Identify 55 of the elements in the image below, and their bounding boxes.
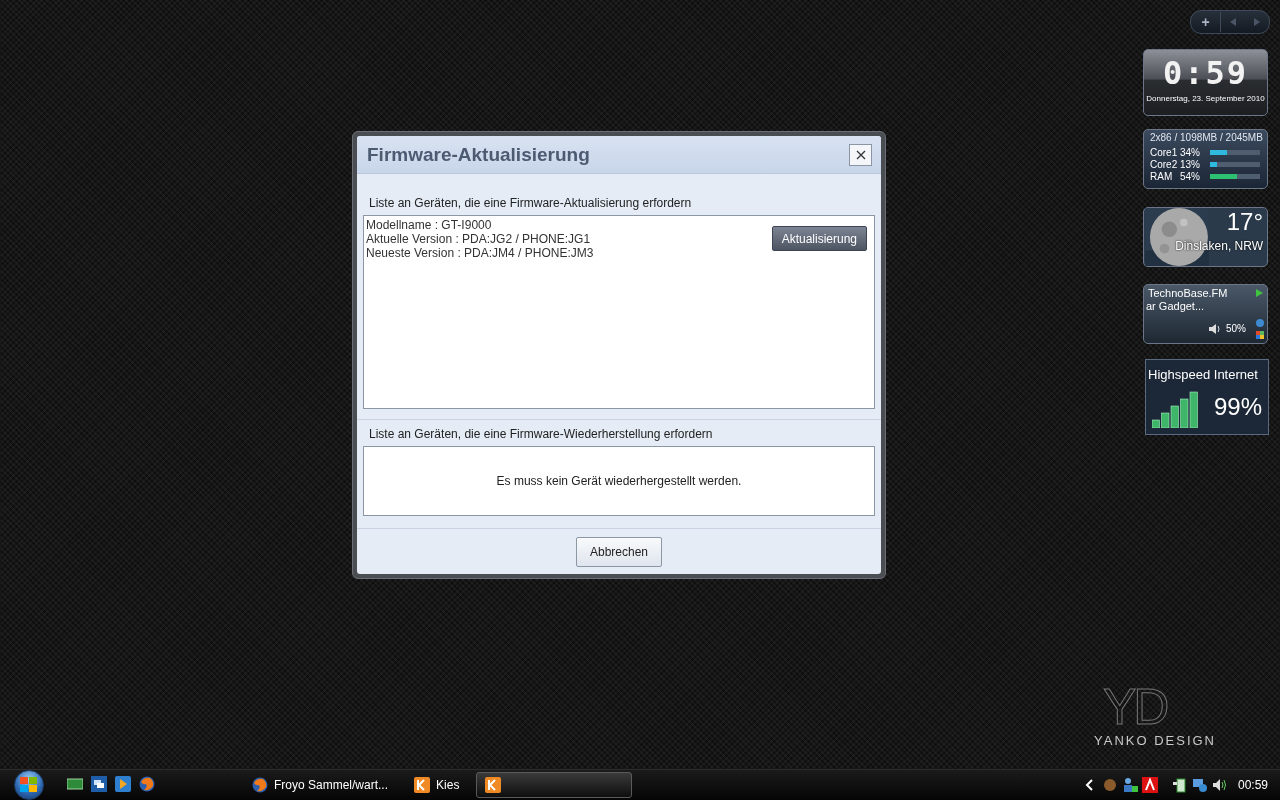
start-button[interactable] — [14, 770, 44, 800]
cancel-button[interactable]: Abbrechen — [576, 536, 662, 567]
browser-icon[interactable] — [139, 776, 157, 794]
flag-icon[interactable] — [1256, 331, 1264, 339]
network-title: Highspeed Internet — [1148, 367, 1258, 382]
taskbar-task[interactable]: Froyo Sammel/wart... — [243, 772, 398, 798]
add-gadget-button[interactable]: + — [1191, 12, 1221, 32]
speaker-icon[interactable] — [1208, 323, 1220, 335]
close-icon — [855, 149, 866, 160]
left-triangle-icon — [1230, 18, 1236, 26]
section-label: Liste an Geräten, die eine Firmware-Wiederherstellung erfordern — [368, 426, 714, 443]
close-button[interactable] — [849, 143, 872, 166]
globe-icon — [252, 777, 268, 793]
antivirus-icon[interactable] — [1141, 777, 1158, 793]
device-info: Neueste Version : PDA:JM4 / PHONE:JM3 — [366, 246, 594, 260]
meter-reading: 13% — [1180, 159, 1201, 170]
power-icon[interactable] — [1171, 777, 1188, 793]
dialog-title: Firmware-Aktualisierung — [367, 143, 590, 166]
meter-label: RAM — [1150, 171, 1174, 182]
station-name: TechnoBase.FM — [1148, 287, 1228, 299]
signal-bars-icon — [1152, 390, 1200, 428]
meter-label: Core1 — [1150, 147, 1176, 158]
volume-reading: 50% — [1226, 323, 1246, 334]
globe-icon — [139, 776, 155, 792]
temperature: 17° — [1226, 208, 1263, 236]
network-icon[interactable] — [1191, 777, 1208, 793]
station-subtitle: ar Gadget... — [1146, 300, 1205, 312]
memory-summary: 2x86 / 1098MB / 2045MB — [1150, 132, 1261, 143]
tray-clock: 00:59 — [1237, 778, 1268, 792]
kies-icon — [485, 777, 502, 793]
empty-message: Es muss kein Gerät wiederhergestellt werden. — [496, 474, 742, 488]
taskbar-task[interactable] — [476, 772, 633, 798]
signal-reading: 99% — [1213, 393, 1262, 421]
device-info: Modellname : GT-I9000 — [366, 218, 493, 232]
play-icon[interactable] — [1256, 289, 1263, 297]
windows-logo-icon — [20, 777, 38, 793]
right-triangle-icon — [1254, 18, 1260, 26]
taskbar-task[interactable]: Kies — [405, 772, 469, 798]
kies-icon — [414, 777, 431, 793]
media-player-icon[interactable] — [115, 776, 133, 794]
user-icon[interactable] — [1121, 777, 1138, 793]
wallpaper-brand: YANKO DESIGN — [1094, 733, 1216, 748]
globe-icon[interactable] — [1256, 319, 1264, 327]
clock-time: 0:59 — [1162, 54, 1249, 92]
clock-date: Donnerstag, 23. September 2010 — [1146, 94, 1265, 103]
tray-icon[interactable] — [1101, 777, 1118, 793]
quick-launch-icon[interactable] — [91, 776, 109, 794]
meter-reading: 34% — [1180, 147, 1201, 158]
section-label: Liste an Geräten, die eine Firmware-Aktualisierung erfordern — [368, 195, 693, 212]
meter-reading: 54% — [1180, 171, 1201, 182]
meter-label: Core2 — [1150, 159, 1176, 170]
update-button[interactable]: Aktualisierung — [771, 226, 867, 251]
volume-icon[interactable] — [1211, 777, 1228, 793]
wallpaper-logo: YD — [1103, 681, 1167, 733]
device-info: Aktuelle Version : PDA:JG2 / PHONE:JG1 — [366, 232, 592, 246]
